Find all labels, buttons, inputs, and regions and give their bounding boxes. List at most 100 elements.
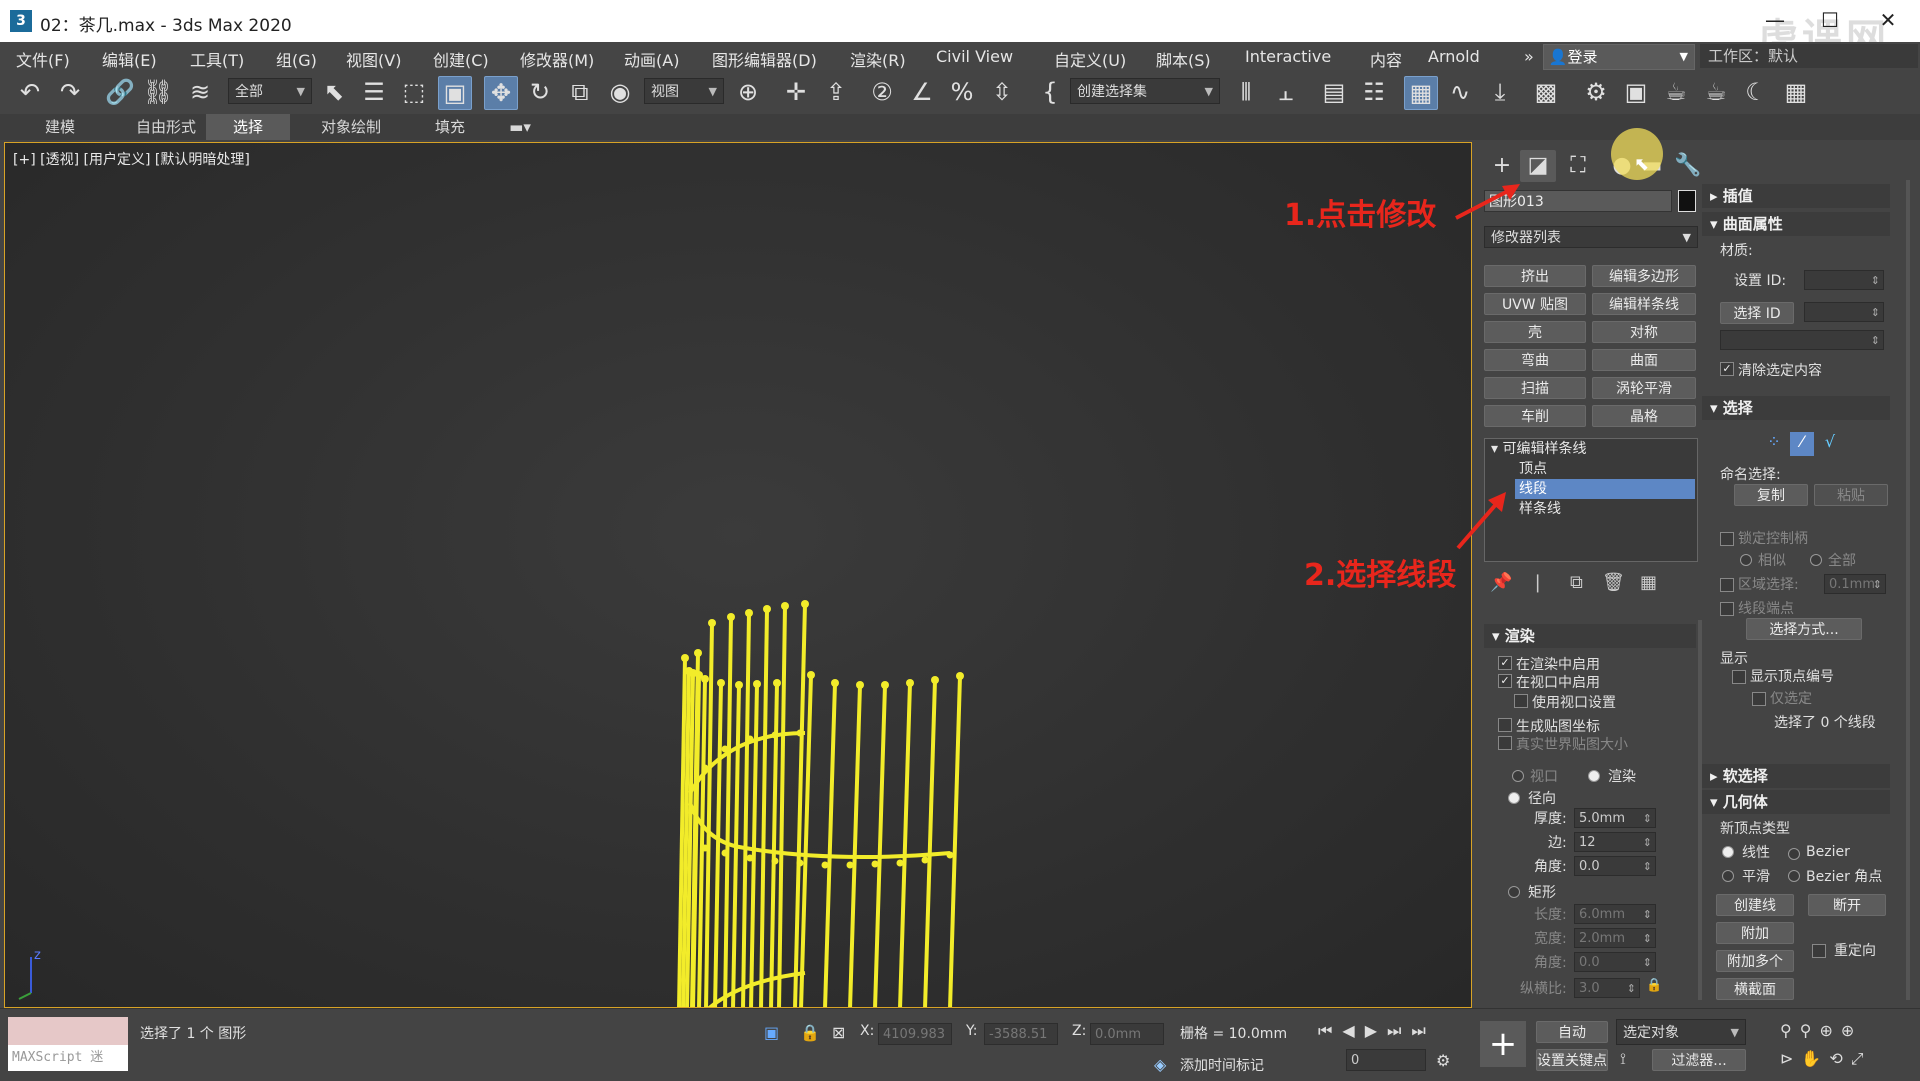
- spline-vertex[interactable]: [881, 681, 889, 689]
- width-spinner[interactable]: 2.0mm: [1574, 928, 1656, 949]
- spline-vertex[interactable]: [931, 676, 939, 684]
- gen-map-checkbox[interactable]: [1498, 718, 1512, 732]
- menu-view[interactable]: 视图(V): [346, 47, 401, 71]
- uvw-map-button[interactable]: UVW 贴图: [1484, 293, 1586, 315]
- viewport-radio[interactable]: [1512, 770, 1524, 782]
- soft-selection-rollout-header[interactable]: ▸ 软选择: [1702, 764, 1890, 788]
- named-selection-dropdown[interactable]: 创建选择集 ▼: [1070, 78, 1220, 104]
- spline-vertex[interactable]: [906, 679, 914, 687]
- pin-stack-icon[interactable]: 📌: [1490, 572, 1512, 593]
- workspace-selector[interactable]: 工作区：默认: [1700, 44, 1918, 68]
- spline-vertex[interactable]: [735, 681, 743, 689]
- tab-populate[interactable]: 填充: [410, 114, 490, 140]
- viewport-nav-controls-bottom[interactable]: ⊳✋⟲⤢: [1780, 1049, 1872, 1069]
- spline-vertex[interactable]: [773, 679, 781, 687]
- material-editor-icon[interactable]: ▩: [1530, 76, 1562, 108]
- smooth-radio[interactable]: [1722, 870, 1734, 882]
- lathe-button[interactable]: 车削: [1484, 405, 1586, 427]
- bezier-corner-radio[interactable]: [1788, 870, 1800, 882]
- tab-selection[interactable]: 选择: [206, 114, 290, 140]
- menu-scripting[interactable]: 脚本(S): [1156, 47, 1211, 71]
- menu-file[interactable]: 文件(F): [16, 47, 70, 71]
- curve-editor-icon[interactable]: ∿: [1444, 76, 1476, 108]
- set-key-button[interactable]: 设置关键点: [1536, 1049, 1608, 1071]
- spline-vertex[interactable]: [801, 600, 809, 608]
- spline-segment[interactable]: [749, 683, 759, 1008]
- spline-segment[interactable]: [948, 675, 962, 1008]
- spinner-snap-icon[interactable]: ⇳: [986, 76, 1018, 108]
- render-cloud-icon[interactable]: ☾: [1740, 76, 1772, 108]
- snaps-toggle-icon[interactable]: ②: [866, 76, 898, 108]
- surface-button[interactable]: 曲面: [1592, 349, 1696, 371]
- z-coord-field[interactable]: 0.0mm: [1090, 1023, 1164, 1045]
- selection-rollout-header[interactable]: ▾ 选择: [1702, 396, 1890, 420]
- spline-vertex[interactable]: [821, 861, 829, 869]
- mirror-icon[interactable]: ⫴: [1230, 76, 1262, 108]
- bezier-radio[interactable]: [1788, 848, 1800, 860]
- manipulate-icon[interactable]: ✛: [780, 76, 812, 108]
- spline-vertex[interactable]: [956, 672, 964, 680]
- menu-create[interactable]: 创建(C): [433, 47, 489, 71]
- bind-spacewarp-icon[interactable]: ≋: [184, 76, 216, 108]
- menu-edit[interactable]: 编辑(E): [102, 47, 157, 71]
- tab-object-paint[interactable]: 对象绘制: [296, 114, 406, 140]
- scene-explorer-icon[interactable]: ▤: [1318, 76, 1350, 108]
- extrude-button[interactable]: 挤出: [1484, 265, 1586, 287]
- spline-vertex[interactable]: [701, 764, 709, 772]
- menu-modifiers[interactable]: 修改器(M): [520, 47, 594, 71]
- key-mode-icon[interactable]: ⟟: [1620, 1049, 1626, 1069]
- spline-vertex[interactable]: [831, 679, 839, 687]
- spline-object[interactable]: [5, 143, 1472, 1008]
- menu-rendering[interactable]: 渲染(R): [850, 47, 906, 71]
- utilities-tab-icon[interactable]: 🔧: [1670, 150, 1706, 182]
- clear-selection-checkbox[interactable]: ✓: [1720, 362, 1734, 376]
- add-time-tag[interactable]: 添加时间标记: [1180, 1055, 1264, 1075]
- radial-radio[interactable]: [1508, 792, 1520, 804]
- spline-vertex[interactable]: [721, 849, 729, 857]
- make-unique-icon[interactable]: ⧉: [1570, 572, 1583, 593]
- sweep-button[interactable]: 扫描: [1484, 377, 1586, 399]
- spline-vertex[interactable]: [708, 619, 716, 627]
- thickness-spinner[interactable]: 5.0mm: [1574, 808, 1656, 829]
- select-by-button[interactable]: 选择方式...: [1746, 618, 1862, 640]
- render-radio[interactable]: [1588, 770, 1600, 782]
- shell-button[interactable]: 壳: [1484, 321, 1586, 343]
- select-id-spinner[interactable]: [1804, 302, 1884, 323]
- object-color-swatch[interactable]: [1678, 190, 1696, 212]
- material-name-dropdown[interactable]: [1720, 330, 1884, 351]
- time-config-icon[interactable]: ⚙: [1436, 1051, 1450, 1070]
- current-frame-field[interactable]: 0: [1346, 1049, 1426, 1071]
- interpolation-rollout-header[interactable]: ▸ 插值: [1702, 184, 1890, 208]
- paste-button[interactable]: 粘贴: [1814, 484, 1888, 506]
- render-production-icon[interactable]: ☕: [1660, 76, 1692, 108]
- align-icon[interactable]: ⫠: [1270, 76, 1302, 108]
- select-scale-icon[interactable]: ⧉: [564, 76, 596, 108]
- layer-explorer-icon[interactable]: ☷: [1358, 76, 1390, 108]
- attach-button[interactable]: 附加: [1716, 922, 1794, 944]
- length-spinner[interactable]: 6.0mm: [1574, 904, 1656, 925]
- spline-segment[interactable]: [848, 684, 862, 1008]
- spline-vertex[interactable]: [946, 851, 954, 859]
- minimize-button[interactable]: —: [1755, 8, 1795, 32]
- spline-vertex[interactable]: [701, 675, 709, 683]
- stack-editable-spline[interactable]: ▾ 可编辑样条线: [1485, 439, 1697, 459]
- show-end-result-icon[interactable]: ❘: [1530, 572, 1545, 593]
- spline-vertex[interactable]: [896, 859, 904, 867]
- spline-mode-icon[interactable]: √: [1818, 432, 1842, 456]
- maxscript-mini-listener[interactable]: MAXScript 迷: [8, 1045, 128, 1071]
- spline-vertex[interactable]: [681, 654, 689, 662]
- unlink-icon[interactable]: ⛓: [142, 76, 174, 108]
- geometry-rollout-header[interactable]: ▾ 几何体: [1702, 790, 1890, 814]
- spline-vertex[interactable]: [753, 680, 761, 688]
- spline-vertex[interactable]: [763, 605, 771, 613]
- area-selection-spinner[interactable]: 0.1mm: [1824, 574, 1886, 595]
- set-key-icon[interactable]: +: [1480, 1021, 1526, 1067]
- copy-button[interactable]: 复制: [1734, 484, 1808, 506]
- symmetry-button[interactable]: 对称: [1592, 321, 1696, 343]
- y-coord-field[interactable]: -3588.51: [984, 1023, 1058, 1045]
- remove-modifier-icon[interactable]: 🗑: [1602, 572, 1625, 593]
- render-setup-icon[interactable]: ⚙: [1580, 76, 1612, 108]
- undo-icon[interactable]: ↶: [14, 76, 46, 108]
- rectangular-radio[interactable]: [1508, 886, 1520, 898]
- selected-only-checkbox[interactable]: [1752, 692, 1766, 706]
